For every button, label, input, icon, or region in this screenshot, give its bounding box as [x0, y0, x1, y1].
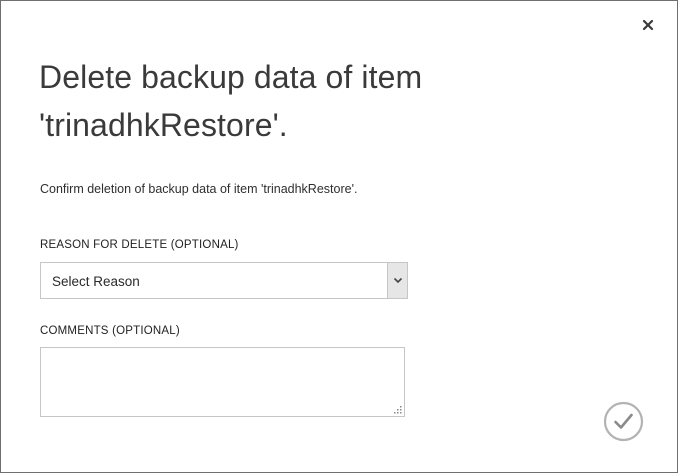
- confirm-button[interactable]: [603, 401, 644, 442]
- reason-select[interactable]: Select Reason: [40, 262, 408, 299]
- reason-select-value: Select Reason: [52, 274, 140, 289]
- reason-label: REASON FOR DELETE (OPTIONAL): [40, 239, 239, 251]
- confirm-message: Confirm deletion of backup data of item …: [40, 182, 358, 196]
- close-icon: [642, 19, 654, 31]
- comments-label: COMMENTS (OPTIONAL): [40, 325, 180, 337]
- resize-grip-icon[interactable]: [393, 405, 402, 414]
- chevron-down-icon: [393, 277, 402, 284]
- checkmark-icon: [603, 401, 644, 442]
- reason-select-arrow[interactable]: [387, 263, 407, 298]
- delete-backup-dialog: Delete backup data of item 'trinadhkRest…: [0, 0, 678, 473]
- comments-textarea[interactable]: [40, 347, 405, 417]
- dialog-title: Delete backup data of item 'trinadhkRest…: [39, 59, 423, 143]
- close-button[interactable]: [641, 18, 655, 32]
